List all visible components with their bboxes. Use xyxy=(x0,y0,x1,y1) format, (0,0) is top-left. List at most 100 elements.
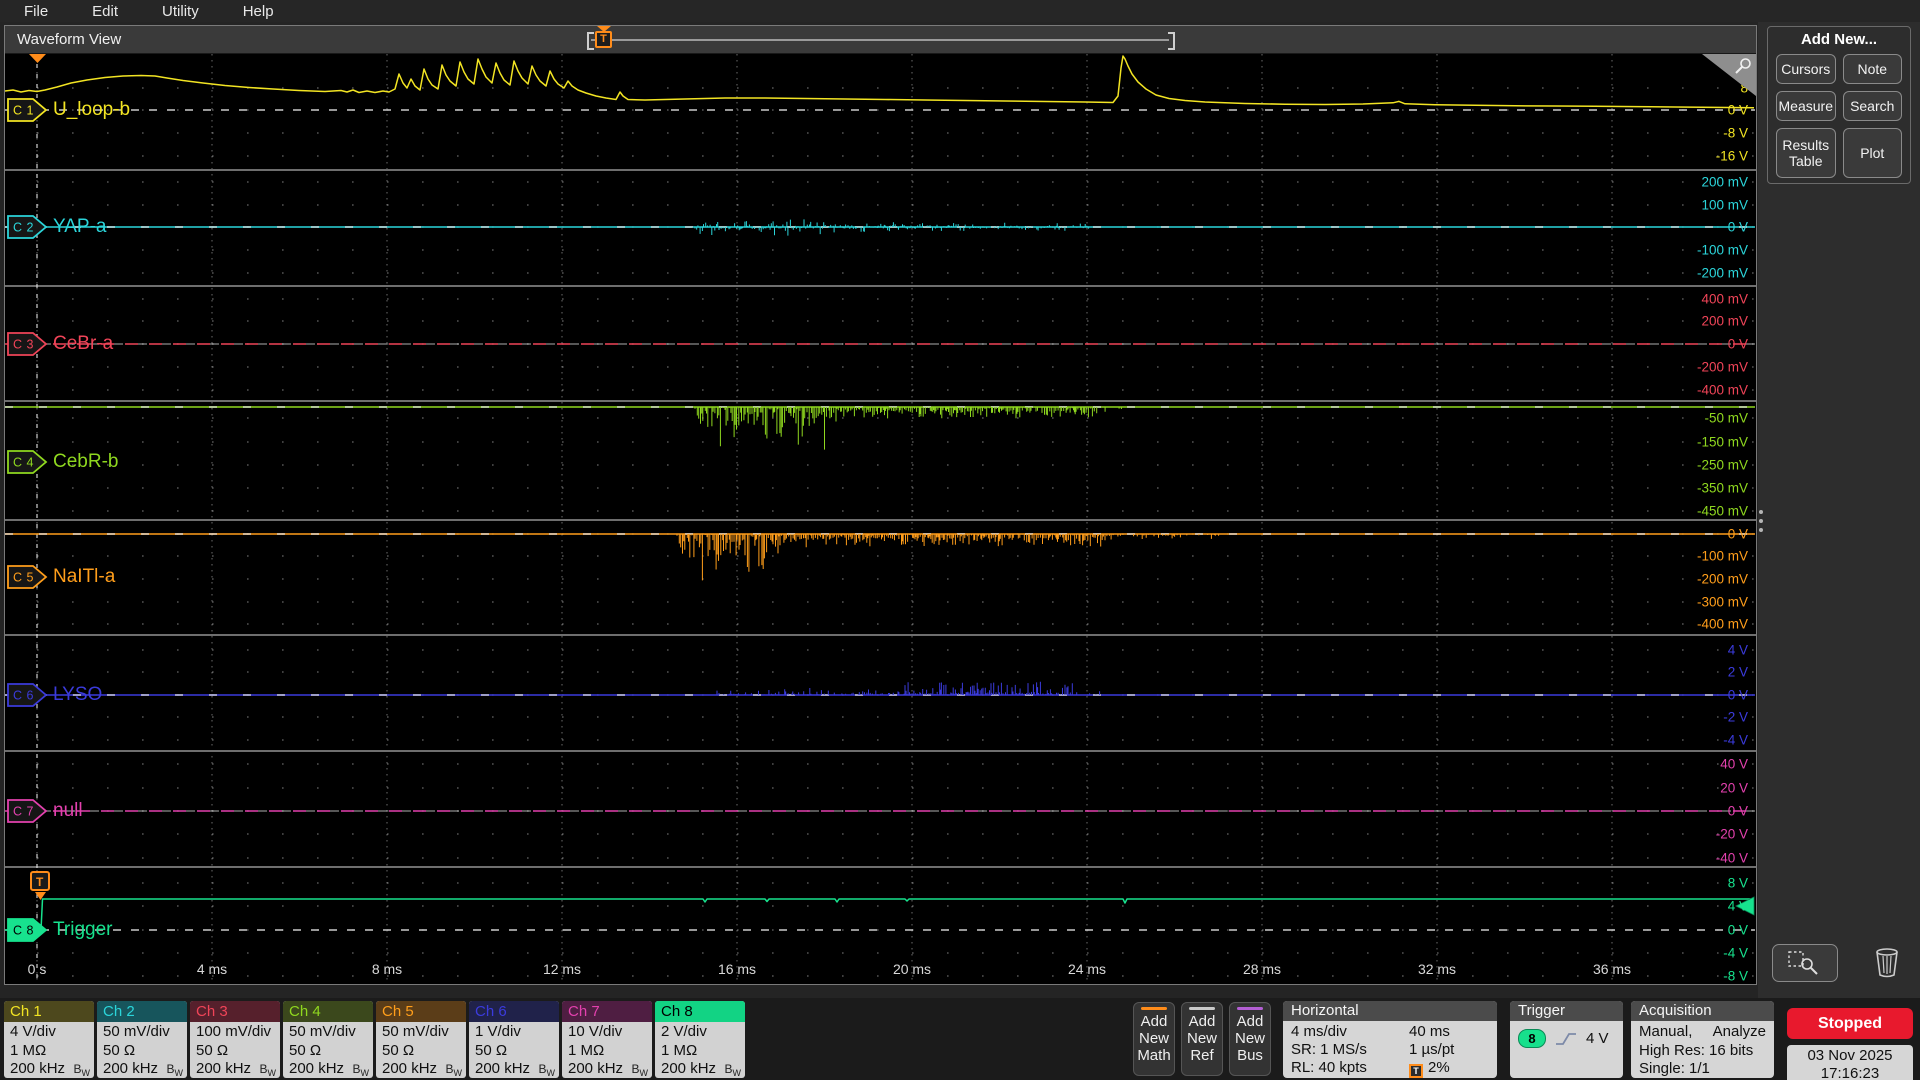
menu-help[interactable]: Help xyxy=(243,3,274,20)
menu-file[interactable]: File xyxy=(24,3,48,20)
scale-label-ch7: 40 V xyxy=(1720,756,1748,772)
channel-badge-title: Ch 4 xyxy=(283,1001,373,1022)
search-button[interactable]: Search xyxy=(1842,91,1902,121)
channel-name-ch4[interactable]: CebR-b xyxy=(53,451,118,473)
trigger-flag-icon: T xyxy=(1409,1064,1423,1078)
channel-name-ch7[interactable]: null xyxy=(53,800,83,822)
horizontal-resolution: 1 µs/pt xyxy=(1409,1041,1455,1058)
bandwidth: BW 200 kHz xyxy=(661,1060,741,1078)
trigger-position-slider[interactable]: T xyxy=(583,26,1175,54)
channel-settings-badge-ch2[interactable]: Ch 2 50 mV/div 50 Ω BW 200 kHz xyxy=(97,1001,187,1078)
time-tick-label: 4 ms xyxy=(196,961,228,977)
scale-label-ch4: -250 mV xyxy=(1696,457,1748,473)
waveform-trace-c1[interactable] xyxy=(5,55,1755,109)
channel-name-ch1[interactable]: U_loop-b xyxy=(53,99,130,121)
waveform-noise-c6[interactable] xyxy=(716,681,1101,695)
channel-name-ch6[interactable]: LYSO xyxy=(53,684,102,706)
scale-label-ch7: -20 V xyxy=(1715,826,1748,842)
channel-settings-badge-ch5[interactable]: Ch 5 50 mV/div 50 Ω BW 200 kHz xyxy=(376,1001,466,1078)
bandwidth-limit-icon: BW xyxy=(352,1062,369,1078)
channel-badge-grid-label: C 3 xyxy=(13,338,34,352)
bandwidth: BW 200 kHz xyxy=(568,1060,648,1078)
acquisition-mode: Manual, xyxy=(1639,1023,1693,1040)
scale-label-ch3: -400 mV xyxy=(1696,382,1748,398)
channel-settings-badge-ch1[interactable]: Ch 14 V/div 1 MΩ BW 200 kHz xyxy=(4,1001,94,1078)
channel-name-ch8[interactable]: Trigger xyxy=(53,919,112,941)
zoom-select-icon xyxy=(1788,951,1818,975)
horizontal-record-length: RL: 40 kpts xyxy=(1291,1059,1367,1076)
slider-bar xyxy=(591,39,1169,41)
channel-name-ch2[interactable]: YAP-a xyxy=(53,216,107,238)
scale-label-ch4: -150 mV xyxy=(1696,434,1748,450)
trigger-panel[interactable]: Trigger 8 4 V xyxy=(1510,1001,1623,1078)
input-impedance: 50 Ω xyxy=(289,1041,322,1059)
results-table-button[interactable]: Results Table xyxy=(1776,128,1836,178)
scale-label-ch2: 200 mV xyxy=(1701,174,1748,190)
time-tick-label: 20 ms xyxy=(892,961,932,977)
channel-name-ch3[interactable]: CeBr-a xyxy=(53,333,113,355)
bandwidth: BW 200 kHz xyxy=(475,1060,555,1078)
channel-badge-title: Ch 7 xyxy=(562,1001,652,1022)
cursors-button[interactable]: Cursors xyxy=(1776,54,1836,84)
horizontal-trigger-position: T 2% xyxy=(1409,1059,1489,1078)
waveform-view-window: Waveform View T C 1 C 2 C 3 C 4 C 5 C 6 C 7 C 8… xyxy=(4,25,1757,985)
waveform-noise-c4[interactable] xyxy=(694,407,1124,450)
add-new-ref-button[interactable]: Add New Ref xyxy=(1181,1002,1223,1076)
scale-label-ch3: -200 mV xyxy=(1696,359,1748,375)
panel-drag-handle[interactable] xyxy=(1759,505,1763,537)
channel-settings-badge-ch7[interactable]: Ch 7 10 V/div 1 MΩ BW 200 kHz xyxy=(562,1001,652,1078)
acquisition-panel[interactable]: Acquisition Manual, Analyze High Res: 16… xyxy=(1631,1001,1774,1078)
trash-button[interactable] xyxy=(1872,946,1906,980)
waveform-view-title: Waveform View xyxy=(17,31,122,48)
measure-button[interactable]: Measure xyxy=(1776,91,1836,121)
add-new-bus-button[interactable]: Add New Bus xyxy=(1229,1002,1271,1076)
scale-label-ch8: 8 V xyxy=(1727,875,1748,891)
bandwidth: BW 200 kHz xyxy=(103,1060,183,1078)
vertical-scale: 50 mV/div xyxy=(103,1023,170,1040)
channel-badge-strip: Ch 14 V/div 1 MΩ BW 200 kHz Ch 2 50 mV/div 50 … xyxy=(4,1001,748,1078)
scale-label-ch2: -100 mV xyxy=(1696,242,1748,258)
channel-badge-settings: 1 V/div 50 Ω BW 200 kHz xyxy=(469,1022,559,1078)
scale-label-ch6: 2 V xyxy=(1727,664,1748,680)
horizontal-panel[interactable]: Horizontal 4 ms/div 40 ms SR: 1 MS/s 1 µ… xyxy=(1283,1001,1497,1078)
channel-badge-settings: 4 V/div 1 MΩ BW 200 kHz xyxy=(4,1022,94,1078)
scale-label-ch5: -300 mV xyxy=(1696,594,1748,610)
channel-badge-grid-label: C 2 xyxy=(13,221,34,235)
scale-label-ch4: -50 mV xyxy=(1704,410,1748,426)
channel-settings-badge-ch4[interactable]: Ch 4 50 mV/div 50 Ω BW 200 kHz xyxy=(283,1001,373,1078)
input-impedance: 1 MΩ xyxy=(661,1041,698,1059)
bandwidth: BW 200 kHz xyxy=(382,1060,462,1078)
trigger-position-t-icon[interactable]: T xyxy=(595,31,612,48)
trigger-time-arrow-icon[interactable] xyxy=(29,54,46,63)
waveform-view-titlebar: Waveform View T xyxy=(5,26,1756,54)
scale-label-ch6: 0 V xyxy=(1727,687,1748,703)
channel-settings-badge-ch6[interactable]: Ch 61 V/div 50 Ω BW 200 kHz xyxy=(469,1001,559,1078)
plot-button[interactable]: Plot xyxy=(1842,128,1902,178)
scale-label-ch1: -8 V xyxy=(1723,125,1748,141)
time-tick-label: 12 ms xyxy=(542,961,582,977)
horizontal-window: 40 ms xyxy=(1409,1023,1450,1040)
acquisition-panel-title: Acquisition xyxy=(1631,1001,1774,1021)
add-new-math-button[interactable]: Add New Math xyxy=(1133,1002,1175,1076)
channel-settings-badge-ch3[interactable]: Ch 3 100 mV/div 50 Ω BW 200 kHz xyxy=(190,1001,280,1078)
vertical-scale: 4 V/div xyxy=(10,1023,56,1040)
channel-badge-settings: 50 mV/div 50 Ω BW 200 kHz xyxy=(283,1022,373,1078)
bandwidth-limit-icon: BW xyxy=(631,1062,648,1078)
trigger-source-badge: 8 xyxy=(1518,1029,1546,1048)
zoom-corner-flag[interactable] xyxy=(1702,54,1756,96)
channel-settings-badge-ch8[interactable]: Ch 82 V/div 1 MΩ BW 200 kHz xyxy=(655,1001,745,1078)
time-tick-label: 28 ms xyxy=(1242,961,1282,977)
channel-name-ch5[interactable]: NaITl-a xyxy=(53,566,115,588)
menu-edit[interactable]: Edit xyxy=(92,3,118,20)
time-value: 17:16:23 xyxy=(1820,1065,1880,1080)
waveform-grid[interactable]: C 1C 2C 3C 4C 5C 6C 7C 8T 80 V -8 V -16 VU… xyxy=(5,54,1756,984)
input-impedance: 1 MΩ xyxy=(10,1041,47,1059)
zoom-select-button[interactable] xyxy=(1772,944,1838,982)
rising-edge-icon xyxy=(1556,1032,1576,1045)
waveform-noise-c5[interactable] xyxy=(676,534,1220,581)
note-button[interactable]: Note xyxy=(1842,54,1902,84)
waveform-trace-c8[interactable] xyxy=(5,898,1754,931)
waveform-canvas[interactable]: C 1 C 2 C 3 C 4 C 5 C 6 C 7 C 8 T xyxy=(5,54,1756,984)
menu-utility[interactable]: Utility xyxy=(162,3,199,20)
run-stop-status-button[interactable]: Stopped xyxy=(1787,1008,1913,1039)
